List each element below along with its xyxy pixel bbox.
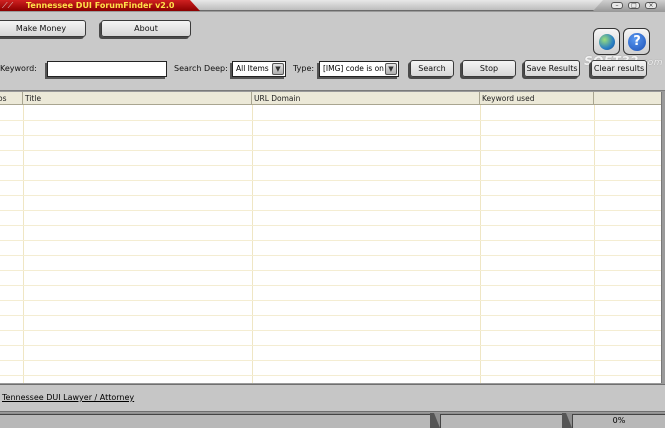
- stop-button[interactable]: Stop: [462, 60, 516, 77]
- column-header-extra[interactable]: [594, 92, 661, 105]
- grid-row-line: [0, 225, 661, 226]
- minimize-button[interactable]: –: [611, 2, 623, 9]
- type-select[interactable]: [IMG] code is on ▼: [319, 61, 399, 77]
- grid-row-line: [0, 240, 661, 241]
- help-button[interactable]: ?: [623, 28, 650, 55]
- column-header-pos[interactable]: os: [0, 92, 23, 105]
- type-value: [IMG] code is on: [323, 64, 384, 73]
- footer-panel: Tennessee DUI Lawyer / Attorney: [0, 384, 665, 412]
- progress-text: 0%: [572, 414, 665, 428]
- status-divider: [562, 413, 572, 428]
- results-list[interactable]: os Title URL Domain Keyword used: [0, 92, 662, 383]
- list-header: os Title URL Domain Keyword used: [0, 92, 661, 105]
- grid-row-line: [0, 285, 661, 286]
- grid-column-line: [480, 105, 481, 383]
- window-title: Tennessee DUI ForumFinder v2.0: [26, 1, 175, 10]
- grid-row-line: [0, 300, 661, 301]
- column-header-url-domain[interactable]: URL Domain: [252, 92, 480, 105]
- search-deep-label: Search Deep:: [174, 64, 228, 73]
- chevron-down-icon[interactable]: ▼: [272, 63, 284, 75]
- web-button[interactable]: [593, 28, 620, 55]
- close-button[interactable]: ×: [645, 2, 657, 9]
- chevron-down-icon[interactable]: ▼: [385, 63, 397, 75]
- make-money-button[interactable]: Make Money: [0, 20, 86, 37]
- column-header-keyword-used[interactable]: Keyword used: [480, 92, 594, 105]
- grid-row-line: [0, 210, 661, 211]
- maximize-button[interactable]: □: [628, 2, 640, 9]
- window-controls: – □ ×: [593, 0, 665, 11]
- save-results-button[interactable]: Save Results: [524, 60, 580, 77]
- search-deep-value: All Items: [236, 64, 269, 73]
- grid-row-line: [0, 120, 661, 121]
- app-icon: ⟋⟋: [2, 1, 14, 10]
- status-panel-middle: [440, 414, 562, 428]
- toolbar: Make Money About ? SOFT32.com Keyword: S…: [0, 12, 665, 91]
- title-bar: ⟋⟋ Tennessee DUI ForumFinder v2.0 – □ ×: [0, 0, 665, 11]
- status-panel-main: [0, 414, 430, 428]
- grid-row-line: [0, 150, 661, 151]
- grid-row-line: [0, 270, 661, 271]
- status-bar: 0%: [0, 413, 665, 428]
- grid-column-line: [252, 105, 253, 383]
- grid-row-line: [0, 180, 661, 181]
- grid-row-line: [0, 345, 661, 346]
- keyword-input[interactable]: [47, 61, 167, 77]
- column-header-title[interactable]: Title: [23, 92, 252, 105]
- grid-row-line: [0, 315, 661, 316]
- grid-row-line: [0, 135, 661, 136]
- globe-icon: [599, 34, 615, 50]
- about-button[interactable]: About: [101, 20, 191, 37]
- keyword-label: Keyword:: [0, 64, 37, 73]
- clear-results-button[interactable]: Clear results: [591, 60, 647, 77]
- grid-row-line: [0, 255, 661, 256]
- grid-column-line: [23, 105, 24, 383]
- status-divider: [430, 413, 440, 428]
- help-icon: ?: [628, 33, 646, 51]
- lawyer-link[interactable]: Tennessee DUI Lawyer / Attorney: [2, 393, 134, 402]
- type-label: Type:: [293, 64, 315, 73]
- grid-column-line: [594, 105, 595, 383]
- grid-row-line: [0, 360, 661, 361]
- grid-row-line: [0, 165, 661, 166]
- grid-row-line: [0, 195, 661, 196]
- search-deep-select[interactable]: All Items ▼: [232, 61, 286, 77]
- search-button[interactable]: Search: [410, 60, 454, 77]
- grid-row-line: [0, 375, 661, 376]
- grid-row-line: [0, 330, 661, 331]
